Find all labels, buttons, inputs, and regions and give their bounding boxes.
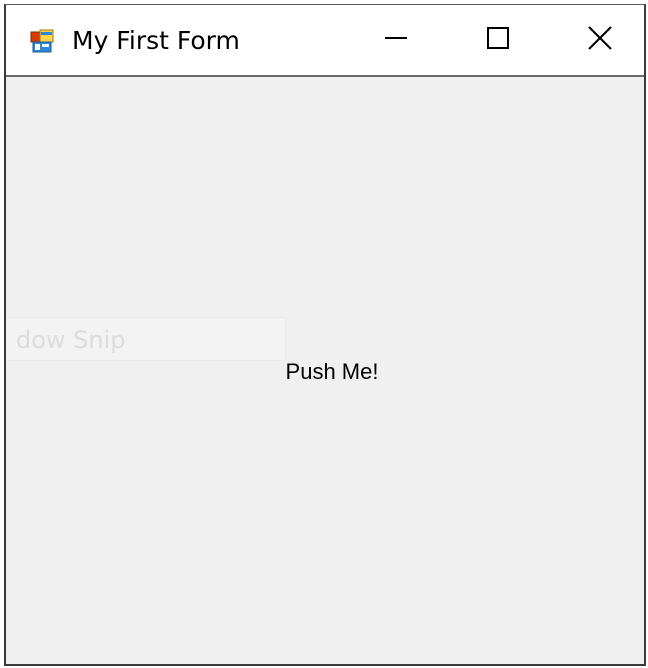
- close-icon: [587, 25, 613, 56]
- winforms-app-icon: [30, 29, 54, 53]
- close-button[interactable]: [550, 5, 648, 75]
- maximize-icon: [485, 25, 511, 56]
- minimize-button[interactable]: [346, 5, 446, 75]
- title-bar[interactable]: My First Form: [6, 5, 644, 77]
- form-client-area: dow Snip Push Me!: [6, 77, 644, 664]
- ghost-snip-overlay: dow Snip: [6, 317, 286, 361]
- minimize-icon: [383, 25, 409, 56]
- push-me-button[interactable]: Push Me!: [268, 347, 396, 397]
- window-title: My First Form: [72, 26, 240, 55]
- maximize-button[interactable]: [448, 5, 548, 75]
- form-window: My First Form dow Snip Push Me!: [4, 4, 646, 666]
